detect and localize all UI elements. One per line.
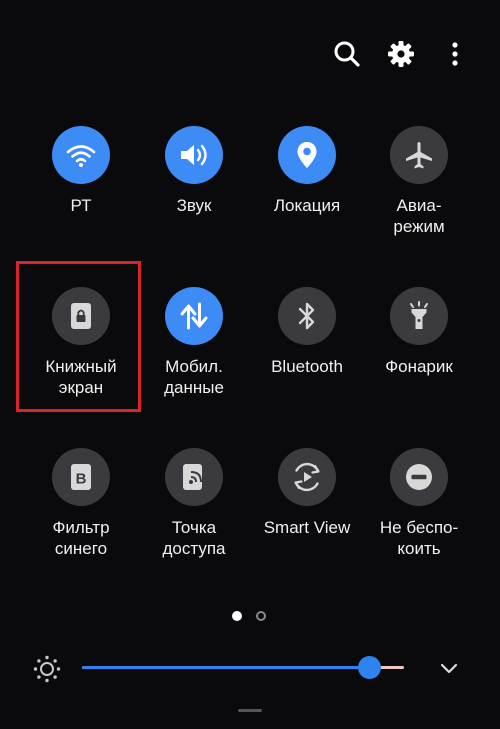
gear-icon[interactable] <box>385 38 417 70</box>
mobile-data-icon <box>165 287 223 345</box>
search-icon[interactable] <box>331 38 363 70</box>
tile-label: Smart View <box>263 518 351 537</box>
more-vertical-icon[interactable] <box>439 38 471 70</box>
tile-blue-light-filter[interactable]: B Фильтр синего <box>22 440 140 580</box>
tile-bluetooth[interactable]: Bluetooth <box>248 279 366 419</box>
tile-label: РТ <box>70 196 92 215</box>
volume-icon <box>165 126 223 184</box>
wifi-icon <box>52 126 110 184</box>
tile-label: Мобил. данные <box>164 357 224 397</box>
smart-view-icon <box>278 448 336 506</box>
chevron-down-icon[interactable] <box>438 658 460 678</box>
tile-label: Звук <box>176 196 212 215</box>
tile-hotspot[interactable]: Точка доступа <box>135 440 253 580</box>
tile-label: Bluetooth <box>271 357 343 376</box>
brightness-slider-thumb[interactable] <box>357 656 381 679</box>
airplane-icon <box>390 126 448 184</box>
bluetooth-icon <box>278 287 336 345</box>
page-indicator-dot-active[interactable] <box>232 611 242 621</box>
tile-label: Точка доступа <box>162 518 226 558</box>
tile-wifi[interactable]: РТ <box>22 118 140 258</box>
brightness-slider[interactable] <box>82 656 404 679</box>
brightness-sun-icon <box>32 654 62 684</box>
tile-sound[interactable]: Звук <box>135 118 253 258</box>
location-pin-icon <box>278 126 336 184</box>
do-not-disturb-icon <box>390 448 448 506</box>
tile-smart-view[interactable]: Smart View <box>248 440 366 580</box>
tile-do-not-disturb[interactable]: Не беспо- коить <box>360 440 478 580</box>
svg-text:B: B <box>76 471 87 488</box>
brightness-slider-fill <box>82 666 369 669</box>
hotspot-icon <box>165 448 223 506</box>
page-indicator-dot[interactable] <box>256 611 266 621</box>
tile-label: Книжный экран <box>45 357 117 397</box>
tile-label: Локация <box>273 196 341 215</box>
tile-portrait-screen[interactable]: Книжный экран <box>22 279 140 419</box>
flashlight-icon <box>390 287 448 345</box>
quick-settings-panel: РТ Звук Локация Авиа- режим Книжный экра… <box>0 0 500 729</box>
blue-light-filter-icon: B <box>52 448 110 506</box>
tile-label: Фильтр синего <box>52 518 110 558</box>
tile-location[interactable]: Локация <box>248 118 366 258</box>
tile-label: Фонарик <box>385 357 453 376</box>
tile-label: Не беспо- коить <box>379 518 459 558</box>
tile-airplane-mode[interactable]: Авиа- режим <box>360 118 478 258</box>
drag-handle[interactable] <box>238 709 262 712</box>
portrait-lock-icon <box>52 287 110 345</box>
tile-mobile-data[interactable]: Мобил. данные <box>135 279 253 419</box>
tile-flashlight[interactable]: Фонарик <box>360 279 478 419</box>
tile-label: Авиа- режим <box>393 196 445 236</box>
